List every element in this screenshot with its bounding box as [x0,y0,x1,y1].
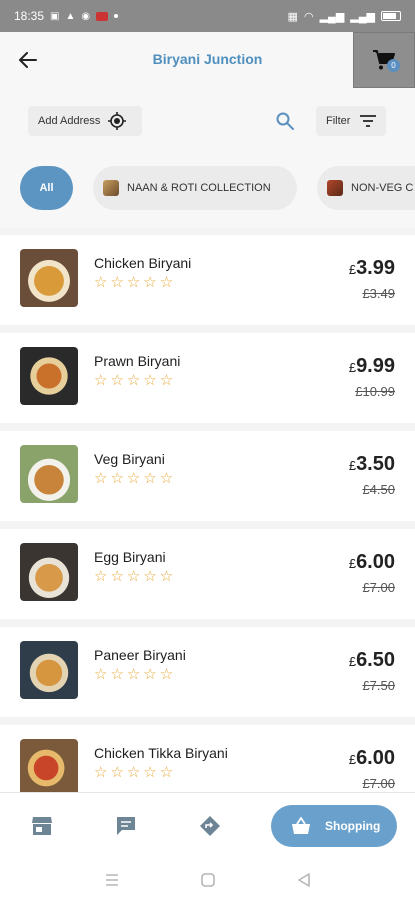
rating-stars: ☆☆☆☆☆ [94,470,177,487]
locate-icon [108,112,127,130]
product-row-paneer-biryani[interactable]: Paneer Biryani ☆☆☆☆☆ £6.50 £7.50 [0,627,415,717]
product-old-price: £10.99 [355,384,395,399]
nfc-icon: ▦ [287,10,298,23]
nav-messages-button[interactable] [113,813,139,839]
product-name: Paneer Biryani [94,647,186,663]
rating-stars: ☆☆☆☆☆ [94,372,177,389]
product-old-price: £7.50 [362,678,395,693]
category-chip-label: NON-VEG C [351,182,414,194]
battery-icon [381,11,401,21]
product-image [20,249,78,307]
search-button[interactable] [272,108,298,134]
rating-stars: ☆☆☆☆☆ [94,568,177,585]
system-back-button[interactable] [295,871,313,889]
shopping-label: Shopping [325,819,381,833]
toolbar: Add Address Filter [0,88,415,152]
product-row-veg-biryani[interactable]: Veg Biryani ☆☆☆☆☆ £3.50 £4.50 [0,431,415,521]
product-image [20,641,78,699]
product-name: Chicken Tikka Biryani [94,745,228,761]
product-name: Chicken Biryani [94,255,192,271]
product-price: £3.50 [348,453,395,475]
category-chips: All NAAN & ROTI COLLECTION NON-VEG C [0,152,415,228]
product-price: £3.99 [348,257,395,279]
cart-button[interactable]: 0 [353,32,415,88]
chat-icon [117,817,135,835]
rating-stars: ☆☆☆☆☆ [94,666,177,683]
wifi-icon: ◠ [303,10,314,23]
category-chip-label: All [39,182,54,194]
product-old-price: £7.00 [362,776,395,791]
store-icon [32,817,52,835]
rating-stars: ☆☆☆☆☆ [94,274,177,291]
notification-icon: ▣ [50,10,60,22]
app-header: Biryani Junction 0 [0,32,415,88]
warning-icon: ▲ [65,10,76,22]
recent-apps-icon [106,874,118,886]
product-price: £6.50 [348,649,395,671]
triangle-back-icon [298,873,310,887]
product-image [20,347,78,405]
product-name: Egg Biryani [94,549,166,565]
category-thumbnail [327,180,343,196]
category-thumbnail [103,180,119,196]
product-price: £6.00 [348,551,395,573]
nav-store-button[interactable] [29,813,55,839]
search-icon [276,112,294,130]
directions-icon [200,816,220,836]
home-icon [201,873,215,887]
rating-stars: ☆☆☆☆☆ [94,764,177,781]
filter-icon [360,115,377,127]
product-price: £6.00 [348,747,395,769]
signal-2-icon: ▂▄▆ [350,10,375,23]
product-old-price: £7.00 [362,580,395,595]
cart-count-badge: 0 [387,59,400,72]
product-row-prawn-biryani[interactable]: Prawn Biryani ☆☆☆☆☆ £9.99 £10.99 [0,333,415,423]
product-row-egg-biryani[interactable]: Egg Biryani ☆☆☆☆☆ £6.00 £7.00 [0,529,415,619]
category-chip-all[interactable]: All [20,166,73,210]
product-image [20,445,78,503]
nav-directions-button[interactable] [197,813,223,839]
category-chip-label: NAAN & ROTI COLLECTION [127,182,271,194]
category-chip-non-veg[interactable]: NON-VEG C [317,166,415,210]
product-name: Prawn Biryani [94,353,181,369]
product-old-price: £3.49 [362,286,395,301]
product-image [20,543,78,601]
product-image [20,739,78,797]
product-row-chicken-biryani[interactable]: Chicken Biryani ☆☆☆☆☆ £3.99 £3.49 [0,235,415,325]
shopping-button[interactable]: Shopping [271,805,397,847]
add-address-label: Add Address [38,115,101,127]
bottom-nav: Shopping [0,792,415,860]
home-button[interactable] [199,871,217,889]
product-old-price: £4.50 [362,482,395,497]
status-bar: 18:35 ▣ ▲ ◉ ▦ ◠ ▂▄▆ ▂▄▆ [0,0,415,32]
filter-button[interactable]: Filter [316,106,386,136]
product-price: £9.99 [348,355,395,377]
more-notifications-icon [114,14,119,18]
product-name: Veg Biryani [94,451,165,467]
status-time: 18:35 [14,9,45,23]
signal-icon: ▂▄▆ [319,10,345,23]
add-address-button[interactable]: Add Address [28,106,142,136]
app-icon: ◉ [81,10,91,22]
filter-label: Filter [326,115,351,127]
flag-icon [96,11,109,21]
system-nav-bar [0,860,415,900]
category-chip-naan-roti[interactable]: NAAN & ROTI COLLECTION [93,166,297,210]
shopping-basket-icon [292,817,310,834]
recent-apps-button[interactable] [103,871,121,889]
